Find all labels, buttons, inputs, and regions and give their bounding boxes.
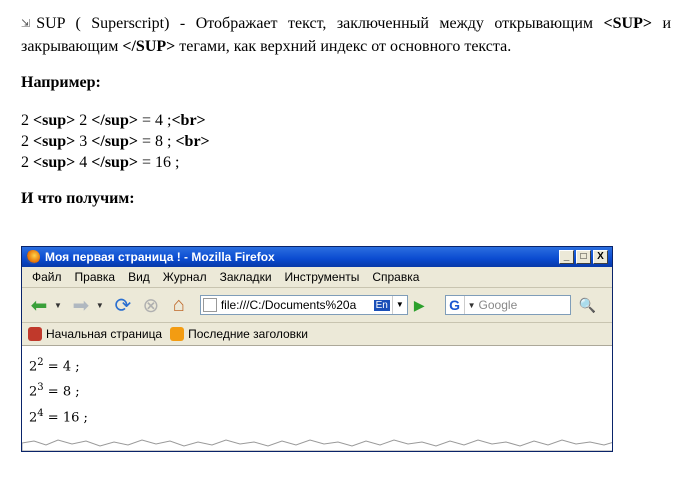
forward-arrow-icon[interactable]: ➡ <box>68 292 94 318</box>
bookmark-home[interactable]: Начальная страница <box>28 327 162 341</box>
link-arrow-icon: ⇲ <box>21 17 31 30</box>
language-indicator: En <box>373 299 390 311</box>
firefox-logo-icon <box>26 250 40 264</box>
window-controls: _ □ X <box>559 250 608 264</box>
menu-bar: Файл Правка Вид Журнал Закладки Инструме… <box>22 267 612 288</box>
page-icon <box>202 298 217 312</box>
menu-help[interactable]: Справка <box>372 270 419 284</box>
menu-view[interactable]: Вид <box>128 270 150 284</box>
maximize-button[interactable]: □ <box>576 250 591 264</box>
result-line: 23 = 8 ; <box>29 382 80 400</box>
search-placeholder: Google <box>478 298 518 312</box>
menu-file[interactable]: Файл <box>32 270 62 284</box>
bookmark-label: Последние заголовки <box>188 327 308 341</box>
example-heading: Например: <box>21 74 101 91</box>
open-tag: <SUP> <box>603 15 652 32</box>
intro-paragraph: ⇲ SUP ( Superscript) - Отображает текст, … <box>21 12 671 58</box>
forward-dropdown-icon[interactable]: ▼ <box>96 301 104 310</box>
search-icon[interactable]: 🔍 <box>577 294 599 316</box>
menu-tools[interactable]: Инструменты <box>285 270 360 284</box>
reload-icon[interactable]: ⟳ <box>110 292 136 318</box>
document-text: ⇲ SUP ( Superscript) - Отображает текст, … <box>21 12 671 210</box>
close-button[interactable]: X <box>593 250 608 264</box>
firefox-window: Моя первая страница ! - Mozilla Firefox … <box>21 246 613 452</box>
search-box[interactable]: G ▼ Google <box>444 295 571 315</box>
code-line: 2 <sup> 4 </sup> = 16 ; <box>21 154 180 171</box>
navigation-toolbar: ⬅ ▼ ➡ ▼ ⟳ ⊗ ⌂ file:///C:/Documents%20a E… <box>22 288 612 323</box>
window-title: Моя первая страница ! - Mozilla Firefox <box>45 250 275 264</box>
url-dropdown-icon[interactable]: ▼ <box>391 296 407 314</box>
intro-text-1: ( Superscript) - Отображает текст, заклю… <box>64 15 604 32</box>
back-dropdown-icon[interactable]: ▼ <box>54 301 62 310</box>
intro-text-3: тегами, как верхний индекс от основного … <box>175 38 512 55</box>
engine-dropdown-icon[interactable]: ▼ <box>468 301 476 310</box>
minimize-button[interactable]: _ <box>559 250 574 264</box>
torn-edge <box>22 439 612 451</box>
code-example: 2 <sup> 2 </sup> = 4 ;<br> 2 <sup> 3 </s… <box>21 110 671 173</box>
rss-feed-icon <box>170 327 185 341</box>
firefox-home-icon <box>28 327 42 341</box>
go-icon[interactable]: ▶ <box>414 297 425 314</box>
bookmarks-toolbar: Начальная страница Последние заголовки <box>22 323 612 346</box>
menu-bookmarks[interactable]: Закладки <box>220 270 272 284</box>
code-line: 2 <sup> 3 </sup> = 8 ; <br> <box>21 133 210 150</box>
close-tag: </SUP> <box>122 38 176 55</box>
code-line: 2 <sup> 2 </sup> = 4 ;<br> <box>21 112 206 129</box>
menu-edit[interactable]: Правка <box>75 270 116 284</box>
bookmark-label: Начальная страница <box>46 327 163 341</box>
result-heading: И что получим: <box>21 190 135 207</box>
url-bar[interactable]: file:///C:/Documents%20a En ▼ <box>199 295 408 315</box>
bookmark-headlines[interactable]: Последние заголовки <box>170 327 308 341</box>
menu-history[interactable]: Журнал <box>163 270 207 284</box>
title-bar[interactable]: Моя первая страница ! - Mozilla Firefox … <box>22 247 612 267</box>
url-text: file:///C:/Documents%20a <box>220 298 357 312</box>
result-line: 24 = 16 ; <box>29 407 88 425</box>
home-icon[interactable]: ⌂ <box>166 292 192 318</box>
intro-tag-name: SUP <box>36 15 65 32</box>
result-line: 22 = 4 ; <box>29 357 80 375</box>
google-engine-icon[interactable]: G <box>446 296 465 314</box>
back-arrow-icon[interactable]: ⬅ <box>26 292 52 318</box>
stop-icon[interactable]: ⊗ <box>138 292 164 318</box>
